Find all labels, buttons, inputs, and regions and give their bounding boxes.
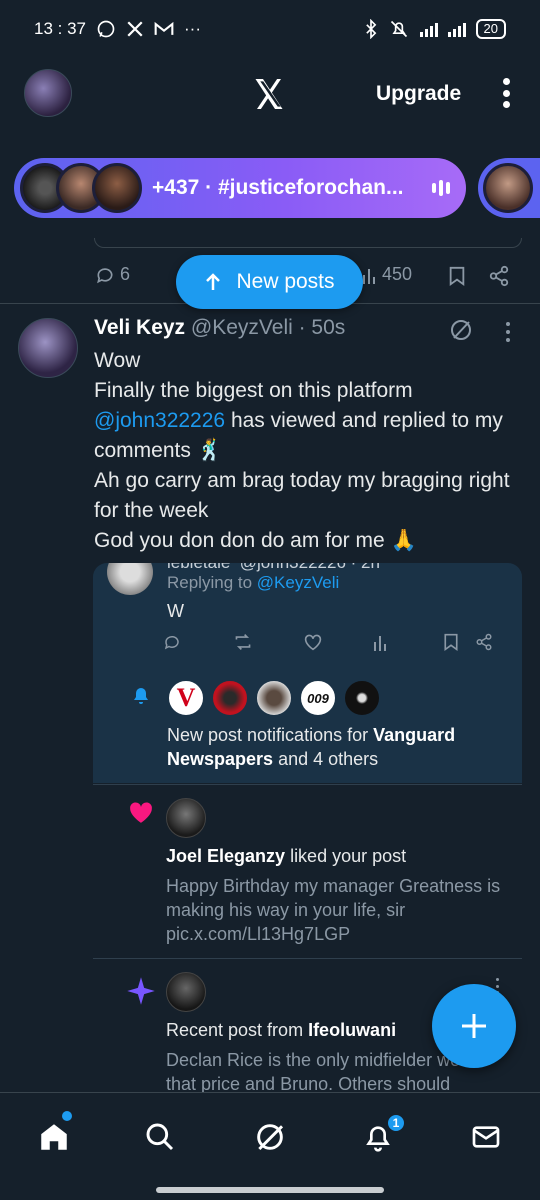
grok-icon[interactable]: [449, 318, 473, 342]
replying-to: Replying to @KeyzVeli: [167, 573, 339, 593]
reply-icon[interactable]: [163, 633, 181, 656]
nav-messages[interactable]: [466, 1117, 506, 1157]
notification-suffix: and 4 others: [273, 749, 379, 769]
recent-author-avatar[interactable]: [166, 972, 206, 1012]
new-posts-label: New posts: [236, 270, 335, 293]
reply-text: W: [167, 601, 184, 621]
x-logo-icon: [255, 79, 283, 109]
whatsapp-icon: [97, 20, 115, 38]
reply-author-header: l⁠e⁠b⁠l⁠e⁠t⁠a⁠l⁠e⁠ ⁠ ⁠@john322226 · 2h: [167, 563, 380, 573]
like-icon[interactable]: [303, 633, 323, 656]
replying-handle-link[interactable]: @KeyzVeli: [257, 573, 339, 592]
views-action[interactable]: 450: [362, 264, 412, 285]
signal-4g-icon: [419, 21, 438, 37]
notifications-badge: 1: [386, 1113, 406, 1133]
notification-divider: [93, 784, 522, 785]
views-icon[interactable]: [373, 633, 389, 656]
arrow-up-icon: [206, 273, 221, 290]
space-title: +437 · #justiceforochan...: [152, 176, 404, 199]
share-icon[interactable]: [475, 633, 493, 656]
bookmark-icon[interactable]: [448, 266, 466, 286]
next-space-pill[interactable]: [478, 158, 540, 218]
upgrade-button[interactable]: Upgrade: [376, 82, 461, 106]
gmail-icon: [154, 21, 174, 35]
heart-icon: [130, 802, 152, 823]
space-host-avatar: [92, 163, 142, 213]
notification-prefix: New post notifications for: [167, 725, 374, 745]
reply-action-bar: [163, 633, 503, 655]
reply-action[interactable]: 6: [94, 264, 130, 285]
nav-search[interactable]: [140, 1117, 180, 1157]
views-count: 450: [382, 264, 413, 284]
more-notifications-icon: ···: [184, 19, 201, 38]
x-notification-icon: [127, 21, 143, 37]
home-icon: [41, 1124, 67, 1150]
post-line: Ah go carry am brag today my bragging ri…: [94, 469, 510, 522]
reply-icon: [97, 267, 113, 283]
vanguard-avatar[interactable]: V: [167, 679, 205, 717]
account-avatar[interactable]: [343, 679, 381, 717]
notification-divider: [93, 958, 522, 959]
mention-link[interactable]: @john322226: [94, 409, 225, 432]
nav-grok[interactable]: [250, 1117, 290, 1157]
notification-avatars: V 009: [167, 679, 381, 717]
mute-icon: [390, 20, 407, 38]
account-avatar[interactable]: [211, 679, 249, 717]
reply-author-avatar[interactable]: [107, 563, 153, 595]
liked-post-preview[interactable]: Happy Birthday my manager Greatness is m…: [166, 874, 516, 946]
post-line: @john322226 has viewed and replied to my…: [94, 406, 524, 466]
space-host-avatar: [483, 163, 533, 213]
like-action-text: liked your post: [285, 846, 407, 866]
recent-notification-title: Recent post from Ifeoluwani: [166, 1020, 396, 1041]
live-space-pill[interactable]: +437 · #justiceforochan...: [14, 158, 466, 218]
replying-prefix: Replying to: [167, 573, 257, 592]
profile-avatar[interactable]: [24, 69, 72, 117]
account-avatar[interactable]: 009: [299, 679, 337, 717]
recent-prefix: Recent post from: [166, 1020, 309, 1040]
battery-indicator: 20: [475, 19, 506, 39]
audio-wave-icon: [432, 180, 450, 196]
post-header: Veli Keyz @KeyzVeli · 50s: [94, 316, 345, 340]
search-icon: [146, 1123, 174, 1151]
post-author-name[interactable]: Veli Keyz: [94, 316, 185, 339]
post-more-icon[interactable]: [506, 322, 512, 342]
bottom-navigation: 1: [0, 1092, 540, 1200]
notification-panel: l⁠e⁠b⁠l⁠e⁠t⁠a⁠l⁠e⁠ ⁠ ⁠@john322226 · 2h R…: [93, 563, 522, 783]
post-line: Wow: [94, 349, 141, 372]
post-line: God you don don do am for me 🙏: [94, 529, 417, 552]
repost-icon[interactable]: [233, 633, 253, 656]
share-icon[interactable]: [488, 265, 510, 287]
more-options-icon[interactable]: [500, 78, 512, 108]
home-unread-dot: [62, 1111, 72, 1121]
post-author-handle-time: @KeyzVeli · 50s: [190, 316, 346, 339]
post-author-avatar[interactable]: [18, 318, 78, 378]
nav-home[interactable]: [34, 1117, 74, 1157]
liker-avatar[interactable]: [166, 798, 206, 838]
mail-icon: [472, 1126, 500, 1148]
status-bar: 13 : 37 ··· 20: [0, 0, 540, 58]
top-app-bar: Upgrade: [0, 58, 540, 130]
recent-author-name[interactable]: Ifeoluwani: [308, 1020, 396, 1040]
sparkle-icon: [127, 977, 155, 1005]
like-notification-title: Joel Eleganzy liked your post: [166, 846, 406, 867]
bookmark-icon[interactable]: [443, 633, 459, 656]
gesture-home-indicator[interactable]: [156, 1187, 384, 1193]
compose-button[interactable]: [432, 984, 516, 1068]
post-line: Finally the biggest on this platform: [94, 379, 413, 402]
views-icon: [363, 268, 375, 284]
clock: 13 : 37: [34, 19, 86, 38]
grok-icon: [257, 1124, 284, 1151]
bell-icon: [134, 688, 148, 704]
notification-text: New post notifications for Vanguard News…: [167, 723, 507, 771]
liker-name[interactable]: Joel Eleganzy: [166, 846, 285, 866]
plus-icon: [462, 1014, 486, 1038]
reply-count: 6: [120, 264, 131, 284]
signal-icon: [447, 21, 466, 37]
post-text: Wow Finally the biggest on this platform…: [94, 346, 524, 556]
quoted-card-edge: [94, 238, 522, 248]
new-posts-button[interactable]: New posts: [176, 255, 363, 309]
bluetooth-icon: [365, 19, 376, 39]
account-avatar[interactable]: [255, 679, 293, 717]
